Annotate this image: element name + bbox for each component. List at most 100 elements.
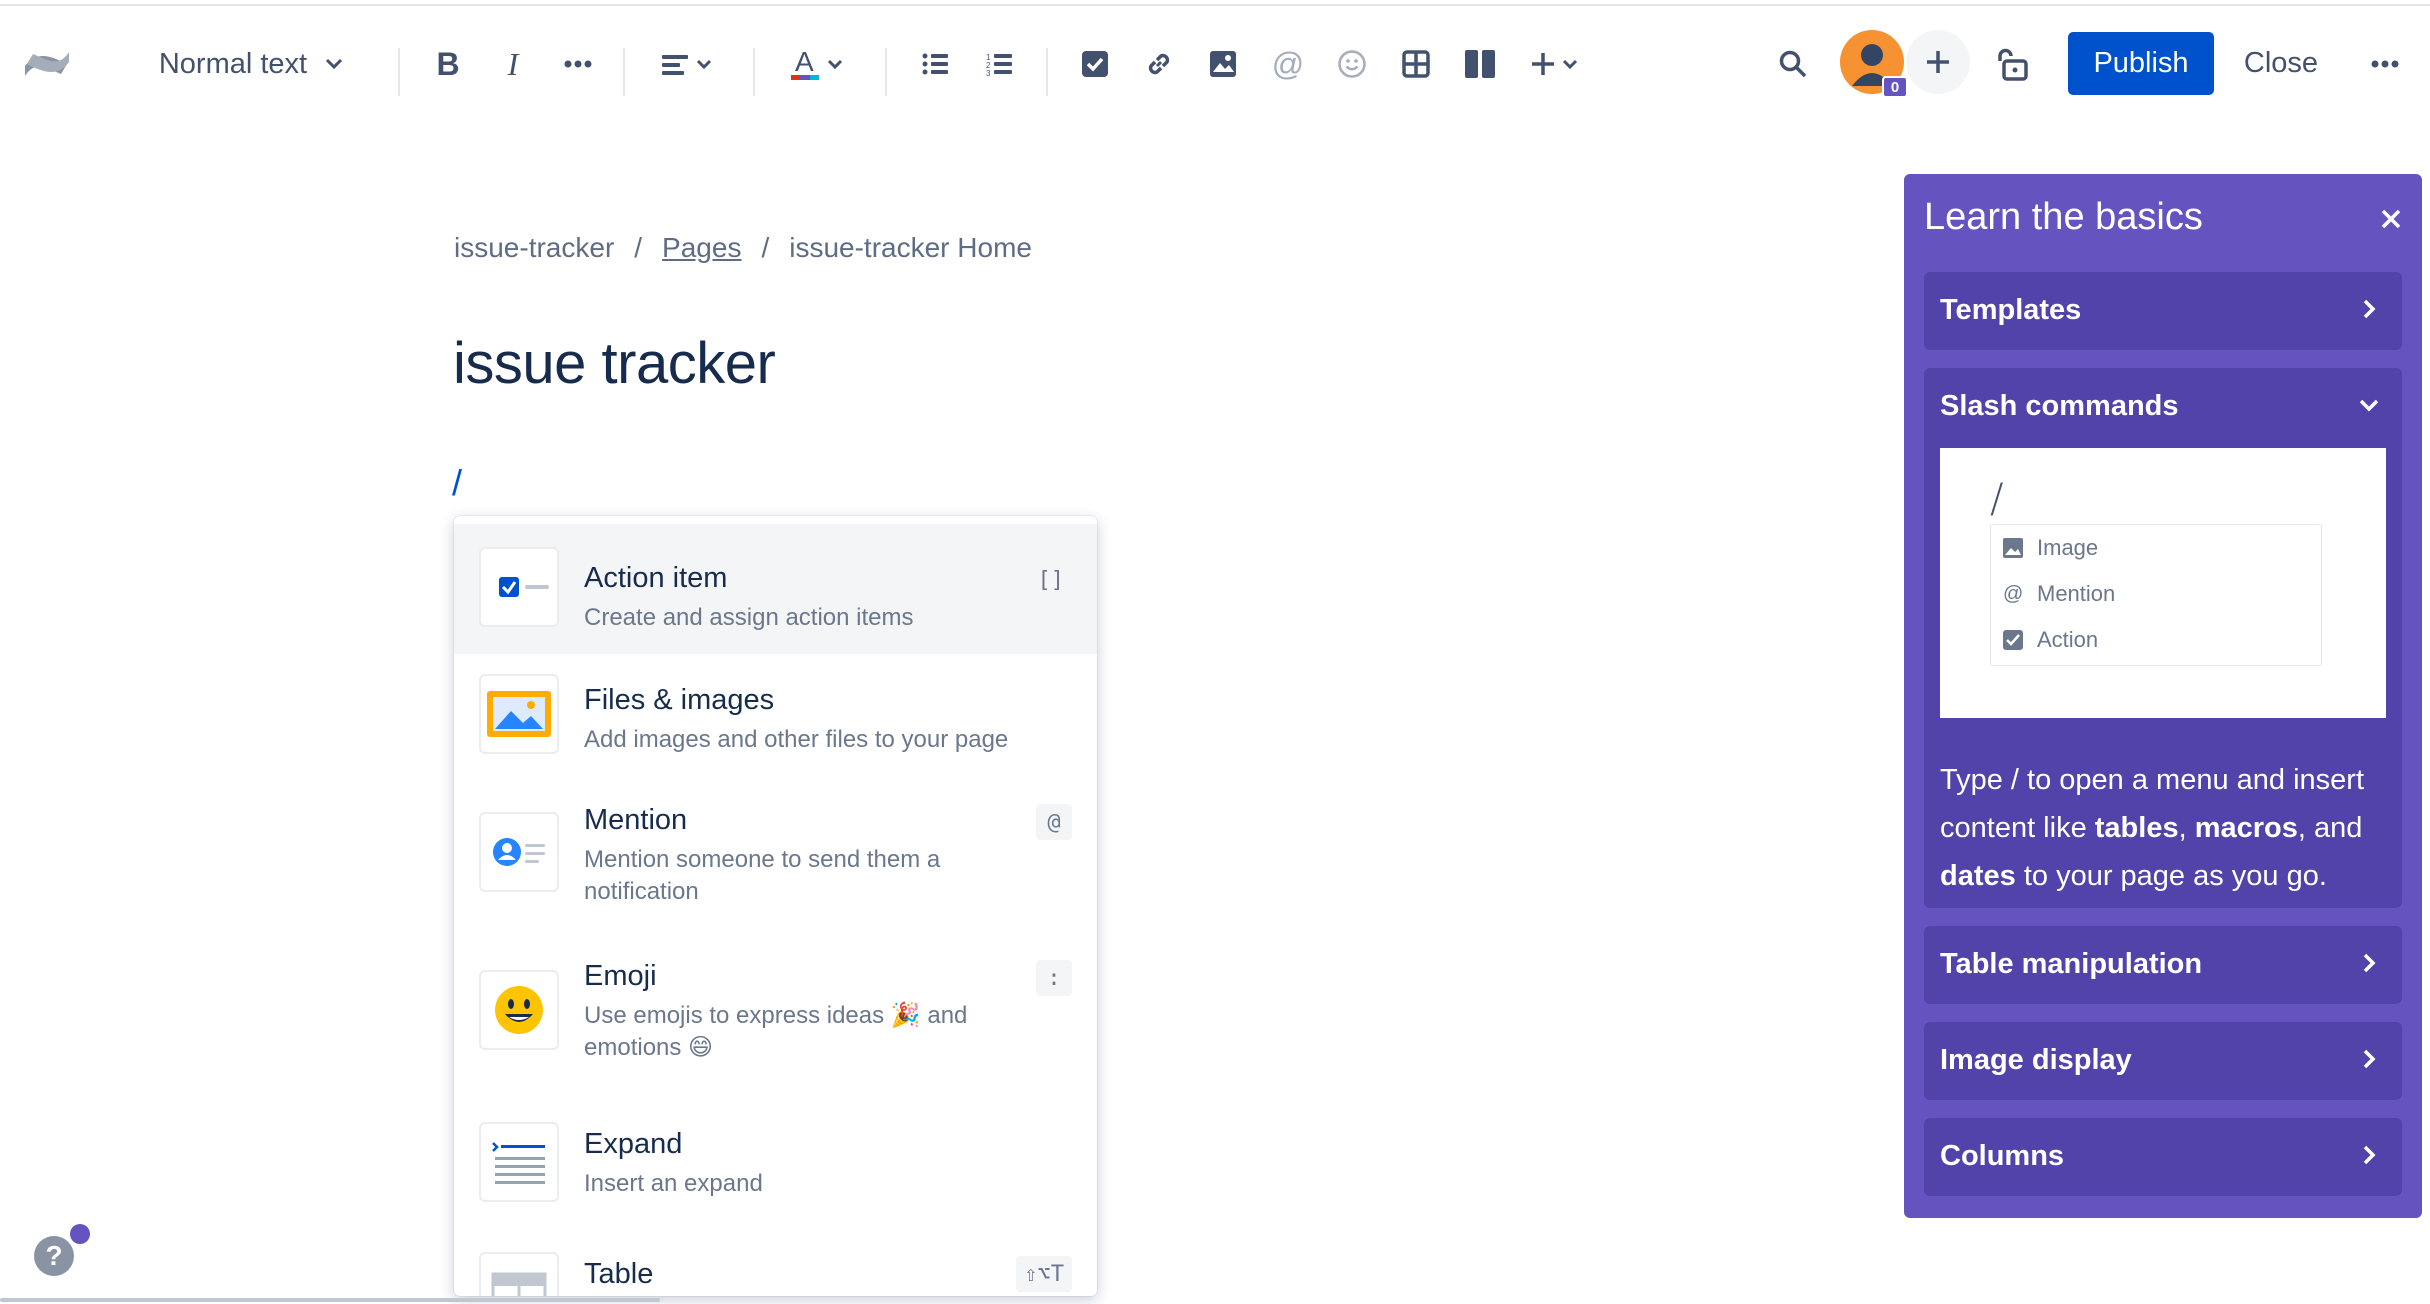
chevron-down-icon [2354,390,2384,420]
notification-dot [70,1224,90,1244]
accordion-label: Image display [1940,1044,2132,1076]
menu-item-description: Create and assign action items [584,604,914,631]
panel-title: Learn the basics [1924,196,2203,238]
menu-item-table[interactable]: Table ⇧⌥T [454,1228,1097,1296]
chevron-down-icon [827,59,843,69]
editor-toolbar: Normal text B I A 123 @ [0,8,2430,120]
menu-item-title: Emoji [584,960,657,992]
menu-item-description: Insert an expand [584,1170,763,1197]
page-title[interactable]: issue tracker [453,330,776,397]
action-item-icon [1082,51,1108,77]
svg-text:A: A [795,47,814,77]
toolbar-divider [753,48,755,96]
accordion-columns[interactable]: Columns [1924,1118,2402,1196]
menu-item-emoji[interactable]: Emoji Use emojis to express ideas 🎉 and … [454,936,1097,1098]
publish-button[interactable]: Publish [2068,32,2214,95]
layouts-button[interactable] [1457,8,1503,120]
menu-item-title: Mention [584,804,688,836]
text-style-label: Normal text [158,47,308,80]
chevron-down-icon [1562,59,1578,69]
plus-icon [1532,53,1554,75]
text-color-icon: A [791,47,819,80]
demo-item-action: Action [2003,627,2098,653]
chevron-down-icon [326,58,343,70]
link-button[interactable] [1136,8,1182,120]
demo-item-mention: @ Mention [2003,581,2116,606]
collaborator-avatar[interactable]: 0 [1840,30,1908,98]
menu-item-title: Table [584,1258,654,1290]
slash-command-menu: Action item Create and assign action ite… [454,516,1097,1296]
accordion-image-display[interactable]: Image display [1924,1022,2402,1100]
emoji-icon [1338,50,1366,78]
bold-icon: B [436,45,460,82]
demo-menu: Image @ Mention Action [1990,524,2322,666]
action-item-button[interactable] [1072,8,1118,120]
italic-icon: I [507,45,519,82]
menu-item-files-images[interactable]: Files & images Add images and other file… [454,654,1097,780]
mention-icon [479,812,559,892]
menu-item-title: Action item [584,562,728,594]
editor-slash-input[interactable]: / [452,462,462,504]
more-actions-button[interactable] [2360,8,2410,120]
menu-item-action-item[interactable]: Action item Create and assign action ite… [454,524,1097,654]
numbered-list-icon: 123 [986,53,1012,76]
alignment-dropdown[interactable] [655,8,719,120]
image-icon [2003,538,2023,558]
invite-button[interactable] [1906,30,1970,94]
mention-icon: @ [1271,45,1305,82]
chevron-down-icon [696,59,712,69]
more-icon [2371,60,2399,68]
confluence-logo-icon[interactable] [14,8,80,120]
toolbar-divider [885,48,887,96]
menu-item-expand[interactable]: Expand Insert an expand [454,1098,1097,1228]
text-color-dropdown[interactable]: A [786,8,848,120]
breadcrumb-separator: / [761,232,770,263]
more-formatting-icon [564,60,592,68]
align-left-icon [662,55,688,75]
close-icon[interactable] [2374,202,2408,236]
image-button[interactable] [1200,8,1246,120]
insert-dropdown[interactable] [1522,8,1586,120]
table-button[interactable] [1393,8,1439,120]
accordion-label: Columns [1940,1140,2065,1172]
breadcrumb-pages[interactable]: Pages [662,232,741,264]
search-icon [1779,50,1807,78]
shortcut-badge: [] [1029,562,1072,598]
bullet-list-button[interactable] [912,8,958,120]
unlock-icon [1998,48,2028,81]
bold-button[interactable]: B [425,8,471,120]
breadcrumb-space[interactable]: issue-tracker [454,232,614,264]
link-icon [1148,53,1170,75]
mention-icon: @ [2003,582,2024,605]
plus-icon [1927,51,1949,73]
search-button[interactable] [1770,8,1816,120]
italic-button[interactable]: I [490,8,536,120]
slash-command-demo: / Image @ Mention Action [1940,448,2386,718]
demo-item-image: Image [2003,535,2098,561]
text-style-dropdown[interactable]: Normal text [146,8,356,120]
accordion-label: Templates [1940,294,2082,326]
emoji-button[interactable] [1329,8,1375,120]
toolbar-divider [1046,48,1048,96]
shortcut-badge: @ [1036,804,1072,840]
accordion-table-manipulation[interactable]: Table manipulation [1924,926,2402,1004]
close-button[interactable]: Close [2226,32,2336,95]
breadcrumb-home[interactable]: issue-tracker Home [789,232,1032,264]
accordion-slash-commands[interactable]: Slash commands / Image @ Mention Action [1924,368,2402,908]
avatar-badge: 0 [1882,76,1908,98]
toolbar-divider [398,48,400,96]
table-icon [479,1252,559,1296]
accordion-label: Slash commands [1940,390,2179,422]
numbered-list-button[interactable]: 123 [976,8,1022,120]
more-formatting-button[interactable] [555,8,601,120]
help-button[interactable]: ? [34,1236,74,1276]
menu-item-title: Files & images [584,684,775,716]
horizontal-scrollbar[interactable] [0,1298,660,1302]
expand-icon [479,1122,559,1202]
accordion-templates[interactable]: Templates [1924,272,2402,350]
mention-button[interactable]: @ [1265,8,1311,120]
menu-item-mention[interactable]: Mention Mention someone to send them a n… [454,780,1097,936]
breadcrumb: issue-tracker / Pages / issue-tracker Ho… [454,232,1032,264]
menu-item-description: Use emojis to express ideas 🎉 and emotio… [584,1002,968,1061]
restrictions-button[interactable] [1990,8,2036,120]
